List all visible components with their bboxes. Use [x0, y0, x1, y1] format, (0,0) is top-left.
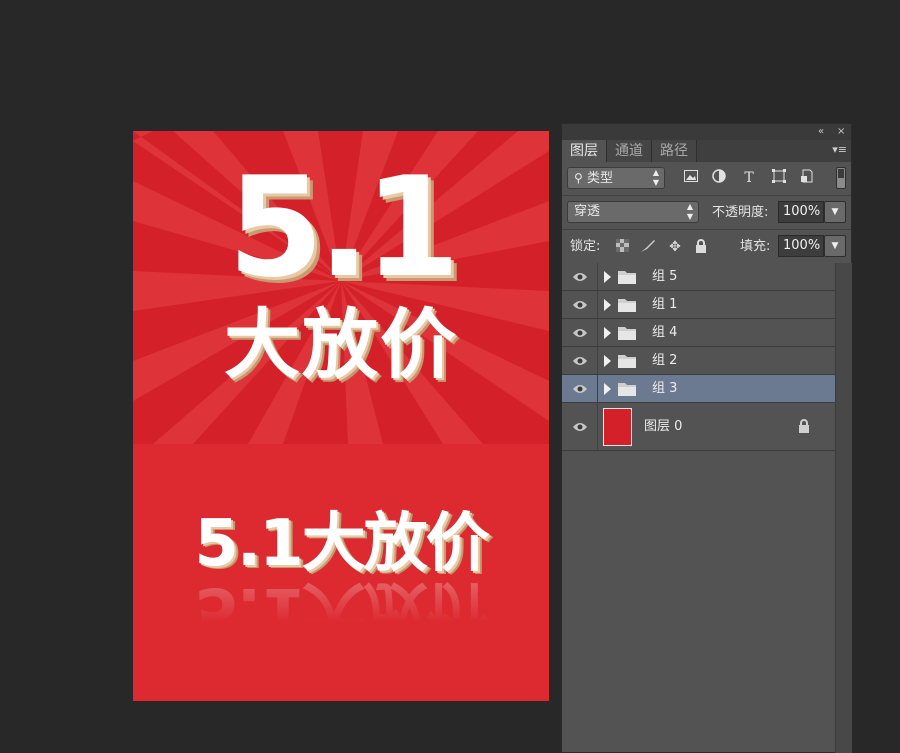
- folder-icon: [618, 325, 636, 344]
- promo-line-reflection: 5.1大放价: [194, 573, 488, 647]
- filter-kind-label: 类型: [586, 171, 613, 186]
- fill-dropdown-icon[interactable]: ▼: [824, 235, 846, 257]
- close-panel-icon[interactable]: ×: [837, 125, 845, 139]
- blend-mode-label: 穿透: [574, 204, 601, 219]
- layer-filter-row: ⚲ 类型 ▲ ▼ T: [562, 162, 851, 196]
- layer-row-group-4[interactable]: 组 4: [562, 319, 835, 347]
- layer-name: 组 1: [652, 297, 678, 312]
- layer-name: 组 2: [652, 353, 678, 368]
- promo-title: 大放价: [224, 300, 458, 389]
- layer-row-group-1[interactable]: 组 1: [562, 291, 835, 319]
- type-filter-icon[interactable]: T: [740, 169, 758, 187]
- visibility-eye-icon[interactable]: [562, 319, 598, 346]
- opacity-label: 不透明度:: [712, 205, 769, 220]
- tab-channels[interactable]: 通道: [607, 140, 652, 162]
- lock-position-move-icon[interactable]: ✥: [667, 239, 683, 255]
- layer-row-group-2[interactable]: 组 2: [562, 347, 835, 375]
- visibility-eye-icon[interactable]: [562, 263, 598, 290]
- layers-panel: « × 图层 通道 路径 ▾≡ ⚲ 类型 ▲ ▼ T 穿透 ▲ ▼ 不透明度: …: [561, 123, 852, 753]
- layer-name: 图层 0: [644, 419, 683, 434]
- layer-name: 组 5: [652, 269, 678, 284]
- artwork-top-section: 5.1 大放价: [133, 131, 549, 444]
- select-arrows-icon: ▲ ▼: [686, 202, 693, 221]
- promo-number: 5.1: [227, 147, 460, 308]
- layer-name: 组 3: [652, 381, 678, 396]
- lock-transparency-icon[interactable]: [614, 239, 630, 255]
- visibility-eye-icon[interactable]: [562, 291, 598, 318]
- layers-list: 组 5 组 1 组 4 组 2 组 3 图层 0: [562, 263, 835, 451]
- collapse-panel-icon[interactable]: «: [818, 125, 824, 139]
- document-canvas[interactable]: 5.1 大放价 5.1大放价 5.1大放价: [133, 131, 549, 701]
- folder-icon: [618, 297, 636, 316]
- filter-toggle-switch[interactable]: [836, 167, 846, 189]
- layers-scrollbar[interactable]: [835, 263, 852, 753]
- panel-tabs: 图层 通道 路径 ▾≡: [562, 140, 851, 162]
- expand-arrow-icon[interactable]: [604, 383, 611, 395]
- expand-arrow-icon[interactable]: [604, 299, 611, 311]
- tab-paths[interactable]: 路径: [652, 140, 697, 162]
- lock-row: 锁定: ✥ 填充: 100% ▼: [562, 230, 851, 264]
- smart-object-filter-icon[interactable]: [798, 169, 816, 187]
- promo-line: 5.1大放价: [194, 507, 489, 581]
- layer-thumbnail: [603, 408, 632, 446]
- opacity-input[interactable]: 100%: [778, 201, 824, 223]
- visibility-eye-icon[interactable]: [562, 403, 598, 450]
- visibility-eye-icon[interactable]: [562, 347, 598, 374]
- adjustment-filter-icon[interactable]: [710, 169, 728, 187]
- shape-filter-icon[interactable]: [770, 169, 788, 187]
- folder-icon: [618, 381, 636, 400]
- layer-row-group-3[interactable]: 组 3: [562, 375, 835, 403]
- visibility-eye-icon[interactable]: [562, 375, 598, 402]
- search-icon: ⚲: [574, 171, 583, 185]
- select-arrows-icon: ▲ ▼: [652, 168, 659, 187]
- fill-label: 填充:: [740, 239, 771, 254]
- lock-pixels-brush-icon[interactable]: [640, 239, 656, 255]
- folder-icon: [618, 269, 636, 288]
- expand-arrow-icon[interactable]: [604, 355, 611, 367]
- blend-mode-select[interactable]: 穿透 ▲ ▼: [567, 201, 699, 223]
- blend-row: 穿透 ▲ ▼ 不透明度: 100% ▼: [562, 196, 851, 230]
- panel-titlebar: « ×: [562, 124, 851, 140]
- lock-all-icon[interactable]: [693, 239, 709, 255]
- layer-name: 组 4: [652, 325, 678, 340]
- image-filter-icon[interactable]: [682, 169, 700, 187]
- layer-row-layer-0[interactable]: 图层 0: [562, 403, 835, 451]
- fill-input[interactable]: 100%: [778, 235, 824, 257]
- tab-layers[interactable]: 图层: [562, 140, 607, 162]
- filter-kind-select[interactable]: ⚲ 类型 ▲ ▼: [567, 167, 665, 189]
- expand-arrow-icon[interactable]: [604, 271, 611, 283]
- opacity-dropdown-icon[interactable]: ▼: [824, 201, 846, 223]
- folder-icon: [618, 353, 636, 372]
- expand-arrow-icon[interactable]: [604, 327, 611, 339]
- layer-lock-icon: [798, 418, 810, 437]
- panel-menu-icon[interactable]: ▾≡: [832, 143, 847, 156]
- layer-row-group-5[interactable]: 组 5: [562, 263, 835, 291]
- lock-label: 锁定:: [570, 239, 601, 254]
- artwork-bottom-section: 5.1大放价 5.1大放价: [133, 444, 549, 701]
